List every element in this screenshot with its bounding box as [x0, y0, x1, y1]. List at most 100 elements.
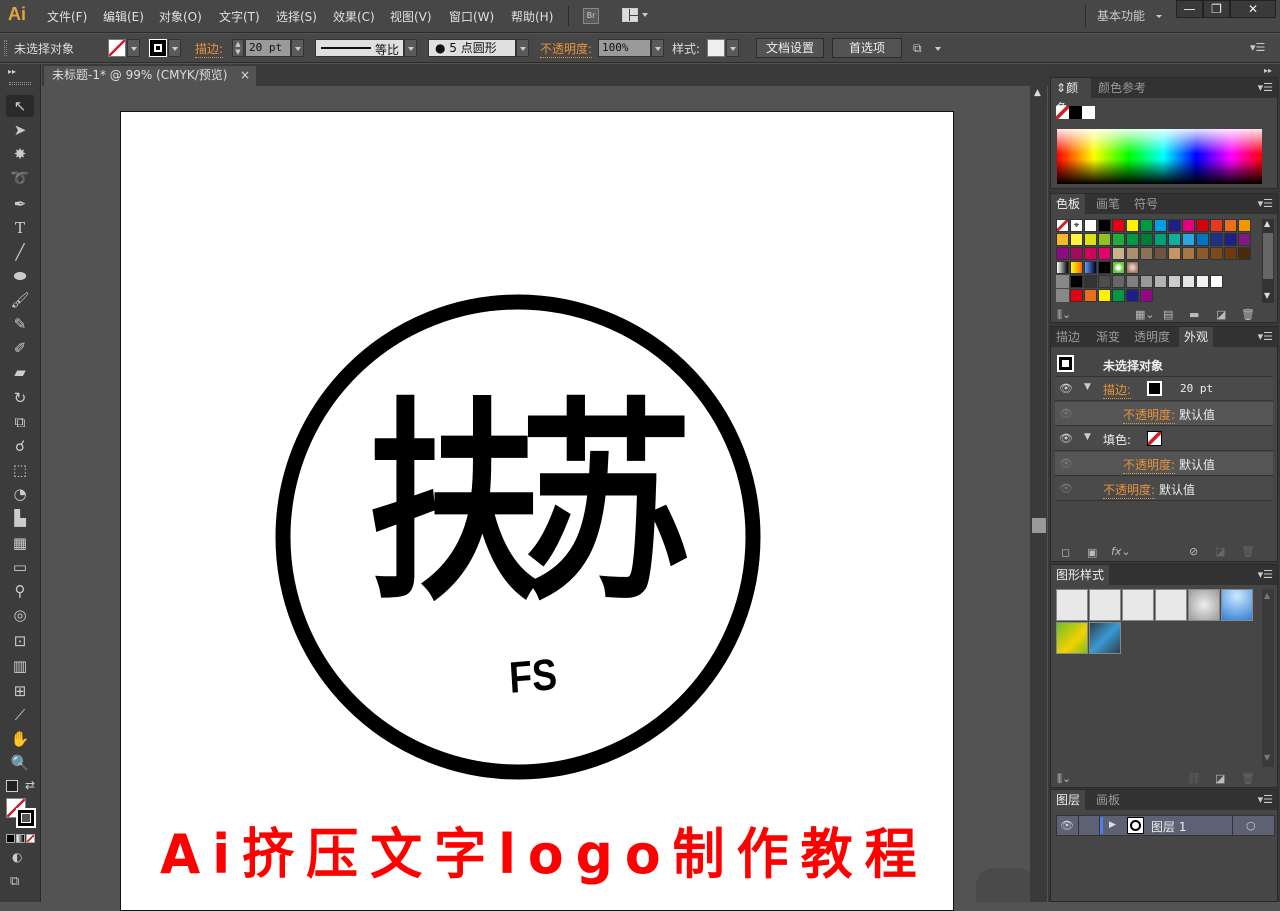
swatch[interactable]	[1238, 219, 1251, 232]
swatch[interactable]	[1070, 275, 1083, 288]
appearance-fill-row[interactable]: 👁 ▼ 填色:	[1055, 427, 1273, 451]
delete-swatch-icon[interactable]: 🗑	[1241, 308, 1255, 321]
swatch[interactable]	[1084, 219, 1097, 232]
panel-menu-icon[interactable]: ▾☰	[1250, 41, 1265, 54]
graphic-style-libraries-icon[interactable]: ⫼⌄	[1057, 772, 1071, 786]
blob-brush-tool-icon[interactable]: ✐	[6, 337, 34, 359]
menu-view[interactable]: 视图(V)	[390, 8, 432, 25]
swatch[interactable]	[1168, 219, 1181, 232]
graphic-style-plain[interactable]	[1122, 589, 1154, 621]
stroke-weight-stepper[interactable]: ▲ ▼	[232, 39, 244, 57]
swatch[interactable]	[1126, 289, 1139, 302]
break-link-icon[interactable]: ⛓	[1187, 772, 1201, 785]
style-swatch[interactable]	[707, 39, 725, 57]
eraser-tool-icon[interactable]: ▰	[6, 361, 34, 383]
bridge-icon[interactable]: Br	[583, 8, 599, 24]
document-setup-button[interactable]: 文档设置	[756, 38, 824, 58]
swatch[interactable]	[1140, 275, 1153, 288]
magic-wand-tool-icon[interactable]: ✸	[6, 143, 34, 165]
panel-menu-icon[interactable]: ▾☰	[1258, 793, 1273, 806]
swatch[interactable]	[1182, 275, 1195, 288]
tab-artboards[interactable]: 画板	[1091, 790, 1125, 810]
appearance-fill-opacity-row[interactable]: 👁 不透明度: 默认值	[1055, 452, 1273, 476]
new-graphic-style-icon[interactable]: ◪	[1215, 772, 1225, 785]
swatch[interactable]	[1126, 219, 1139, 232]
target-icon[interactable]: ○	[1246, 819, 1256, 832]
logo-subtext[interactable]: FS	[508, 650, 559, 704]
swatch[interactable]	[1210, 247, 1223, 260]
registration-swatch[interactable]: ⌖	[1070, 219, 1083, 232]
swatch[interactable]	[1084, 275, 1097, 288]
swatch[interactable]	[1098, 247, 1111, 260]
variable-width-profile[interactable]: 等比	[315, 39, 404, 57]
tab-stroke[interactable]: 描边	[1051, 327, 1085, 347]
shape-builder-tool-icon[interactable]: ◔	[6, 483, 34, 505]
add-new-stroke-icon[interactable]: ◻	[1061, 546, 1070, 559]
default-colors-icon[interactable]	[6, 780, 18, 792]
swap-colors-icon[interactable]: ⇄	[25, 778, 35, 792]
blend-tool-icon[interactable]: ◎	[6, 604, 34, 626]
collapse-icon[interactable]: ▸▸	[8, 67, 16, 76]
direct-selection-tool-icon[interactable]: ➤	[6, 119, 34, 141]
swatch[interactable]	[1154, 247, 1167, 260]
graphic-style-default[interactable]	[1056, 589, 1088, 621]
swatch[interactable]	[1112, 261, 1125, 274]
perspective-grid-tool-icon[interactable]: ▙	[6, 507, 34, 529]
swatch[interactable]	[1112, 233, 1125, 246]
swatch[interactable]	[1098, 289, 1111, 302]
tab-gradient[interactable]: 渐变	[1091, 327, 1125, 347]
swatch[interactable]	[1056, 233, 1069, 246]
minimize-button[interactable]: —	[1176, 0, 1203, 18]
swatch[interactable]	[1070, 247, 1083, 260]
none-swatch[interactable]	[1056, 219, 1069, 232]
eye-icon[interactable]: 👁	[1060, 819, 1074, 832]
swatch[interactable]	[1154, 275, 1167, 288]
gradient-mode-icon[interactable]	[16, 834, 25, 843]
expand-triangle-icon[interactable]: ▼	[1084, 432, 1091, 442]
style-dropdown[interactable]	[726, 39, 739, 57]
selection-tool-icon[interactable]: ↖	[6, 95, 34, 117]
swatch[interactable]	[1098, 233, 1111, 246]
swatch[interactable]	[1098, 275, 1111, 288]
tab-appearance[interactable]: 外观	[1179, 327, 1214, 347]
brush-dropdown[interactable]	[516, 39, 529, 57]
swatch[interactable]	[1210, 219, 1223, 232]
swatch[interactable]	[1070, 233, 1083, 246]
profile-dropdown[interactable]	[404, 39, 417, 57]
arrange-documents-icon[interactable]	[622, 8, 638, 22]
swatch[interactable]	[1098, 219, 1111, 232]
swatch[interactable]	[1070, 261, 1083, 274]
appearance-stroke-opacity-row[interactable]: 👁 不透明度: 默认值	[1055, 402, 1273, 426]
swatch[interactable]	[1182, 219, 1195, 232]
menu-window[interactable]: 窗口(W)	[449, 8, 494, 25]
vertical-scrollbar[interactable]: ▲	[1030, 86, 1047, 902]
none-mode-icon[interactable]	[26, 834, 35, 843]
zoom-tool-icon[interactable]: 🔍	[6, 752, 34, 774]
tab-layers[interactable]: 图层	[1051, 790, 1086, 810]
graphic-style-green-pattern[interactable]	[1056, 622, 1088, 654]
lasso-tool-icon[interactable]: ➰	[6, 167, 34, 189]
new-swatch-icon[interactable]: ◪	[1216, 308, 1226, 321]
swatch[interactable]	[1238, 247, 1251, 260]
pencil-tool-icon[interactable]: ✎	[6, 313, 34, 335]
white-swatch[interactable]	[1082, 106, 1095, 119]
swatch[interactable]	[1112, 289, 1125, 302]
swatch[interactable]	[1084, 261, 1097, 274]
chevron-down-icon[interactable]	[1156, 15, 1162, 18]
graphic-style-double[interactable]	[1155, 589, 1187, 621]
swatch-scrollbar[interactable]: ▲ ▼	[1262, 219, 1274, 303]
tab-symbols[interactable]: 符号	[1129, 194, 1163, 214]
swatch[interactable]	[1126, 233, 1139, 246]
swatch[interactable]	[1084, 233, 1097, 246]
menu-object[interactable]: 对象(O)	[159, 8, 202, 25]
swatch[interactable]	[1182, 233, 1195, 246]
eye-icon[interactable]: 👁	[1059, 432, 1075, 445]
symbol-sprayer-tool-icon[interactable]: ⊡	[6, 630, 34, 652]
eye-icon[interactable]: 👁	[1059, 382, 1075, 395]
swatch-options-icon[interactable]: ▤	[1163, 308, 1173, 321]
preferences-button[interactable]: 首选项	[832, 38, 902, 58]
artboard-tool-icon[interactable]: ⊞	[6, 680, 34, 702]
column-graph-tool-icon[interactable]: ▥	[6, 655, 34, 677]
fill-swatch[interactable]	[1147, 431, 1162, 446]
swatch[interactable]	[1126, 261, 1139, 274]
